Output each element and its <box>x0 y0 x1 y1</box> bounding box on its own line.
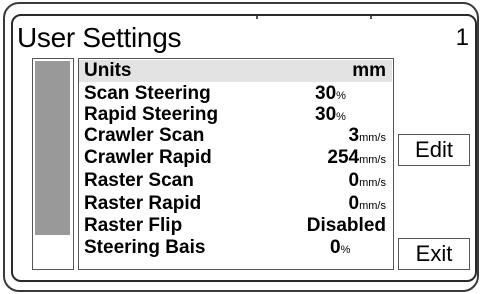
setting-label: Rapid Steering <box>84 104 219 125</box>
settings-row-scan-steering[interactable]: Scan Steering 30% <box>79 83 392 105</box>
setting-value: 3mm/s <box>348 125 386 146</box>
setting-value: Disabled <box>306 215 386 236</box>
bezel-tick <box>370 16 372 19</box>
setting-label: Crawler Scan <box>84 125 205 146</box>
setting-label: Scan Steering <box>84 83 211 104</box>
settings-row-rapid-steering[interactable]: Rapid Steering 30% <box>79 104 392 126</box>
setting-label: Units <box>84 60 132 81</box>
setting-value: 0mm/s <box>348 193 386 214</box>
settings-row-units[interactable]: Units mm <box>79 60 392 82</box>
edit-button[interactable]: Edit <box>398 134 470 166</box>
setting-label: Crawler Rapid <box>84 147 212 168</box>
settings-row-crawler-scan[interactable]: Crawler Scan 3mm/s <box>79 125 392 147</box>
settings-row-crawler-rapid[interactable]: Crawler Rapid 254mm/s <box>79 147 392 169</box>
setting-label: Steering Bais <box>84 237 206 258</box>
bezel-tick <box>256 16 258 19</box>
scrollbar-thumb[interactable] <box>35 61 70 235</box>
settings-row-raster-rapid[interactable]: Raster Rapid 0mm/s <box>79 193 392 215</box>
setting-value: 0% <box>330 237 351 258</box>
setting-label: Raster Rapid <box>84 193 202 214</box>
scrollbar-track[interactable] <box>32 58 74 270</box>
settings-screen: User Settings 1 Units mm Scan Steering 3… <box>11 14 477 282</box>
settings-row-steering-bais[interactable]: Steering Bais 0% <box>79 237 392 259</box>
setting-value: 0mm/s <box>348 170 386 191</box>
page-title: User Settings <box>17 22 182 53</box>
settings-row-raster-scan[interactable]: Raster Scan 0mm/s <box>79 170 392 192</box>
exit-button[interactable]: Exit <box>398 238 470 270</box>
setting-label: Raster Scan <box>84 170 194 191</box>
page-number: 1 <box>455 24 469 51</box>
setting-value: mm <box>352 60 386 81</box>
settings-list: Units mm Scan Steering 30% Rapid Steerin… <box>78 58 394 270</box>
settings-row-raster-flip[interactable]: Raster Flip Disabled <box>79 215 392 237</box>
setting-value: 254mm/s <box>327 147 386 168</box>
setting-label: Raster Flip <box>84 215 183 236</box>
